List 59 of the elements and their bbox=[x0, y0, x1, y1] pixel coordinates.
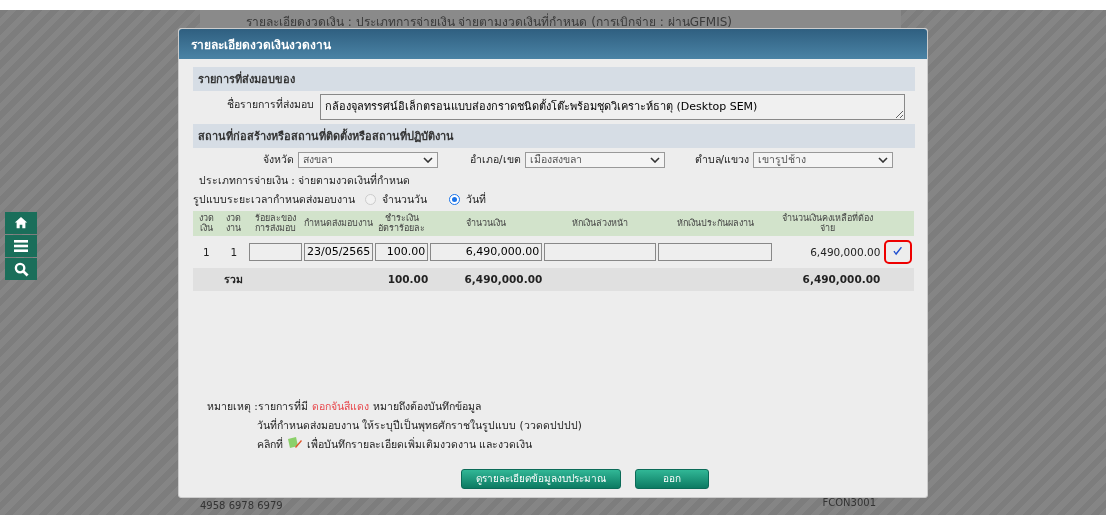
field-label: จังหวัด bbox=[263, 152, 294, 167]
chevron-down-icon bbox=[649, 156, 660, 163]
radio-button[interactable] bbox=[449, 194, 460, 205]
dropdown-field[interactable]: เมืองสงขลา bbox=[524, 151, 665, 168]
note-text: วันที่กำหนดส่งมอบงาน ให้ระบุปีเป็นพุทธศักราชในรูปแบบ (ววดดปปปป) bbox=[256, 417, 582, 434]
input-field[interactable] bbox=[544, 242, 657, 261]
date-field[interactable]: 23/05/2565 bbox=[303, 242, 374, 261]
input-field[interactable] bbox=[248, 242, 302, 261]
menu-icon bbox=[13, 239, 29, 253]
edit-button[interactable] bbox=[883, 239, 912, 264]
home-icon-button[interactable] bbox=[5, 212, 37, 234]
total-label: รวม bbox=[224, 272, 244, 285]
search-icon bbox=[13, 261, 29, 277]
note-text: หมายถึงต้องบันทึกข้อมูล bbox=[372, 398, 481, 415]
home-icon bbox=[13, 216, 29, 230]
item-name-field[interactable]: กล้องจุลทรรศน์อิเล็กตรอนแบบส่องกราดชนิดตั้งโต๊ะพร้อมชุดวิเคราะห์ธาตุ (Desktop SEM) bbox=[320, 94, 905, 120]
column-header: งวดเงิน bbox=[198, 213, 214, 234]
column-header: ร้อยละของการส่งมอบ bbox=[254, 213, 296, 234]
budget-details-button[interactable]: ดูรายละเอียดข้อมูลงบประมาณ bbox=[461, 468, 621, 489]
chevron-down-icon bbox=[878, 156, 889, 163]
total-value: 6,490,000.00 bbox=[802, 273, 881, 286]
menu-icon-button[interactable] bbox=[5, 235, 37, 257]
table-cell: 1 bbox=[202, 245, 210, 258]
note-text: ดอกจันสีแดง bbox=[311, 398, 369, 414]
exit-button[interactable]: ออก bbox=[635, 468, 709, 489]
chevron-down-icon bbox=[423, 156, 433, 163]
dialog-title: รายละเอียดงวดเงินงวดงาน bbox=[191, 36, 331, 54]
column-header: หักเงินล่วงหน้า bbox=[572, 218, 629, 229]
column-header: กำหนดส่งมอบงาน bbox=[304, 218, 374, 229]
dropdown-field[interactable]: สงขลา bbox=[298, 151, 438, 168]
column-header: จำนวนเงิน bbox=[466, 218, 507, 229]
note-label: หมายเหตุ : bbox=[207, 398, 258, 415]
table-cell: 1 bbox=[230, 245, 238, 258]
field-label: อำเภอ/เขต bbox=[470, 152, 521, 167]
total-value: 100.00 bbox=[387, 273, 429, 286]
radio-label[interactable]: วันที่ bbox=[466, 191, 486, 208]
field-label: ชื่อรายการที่ส่งมอบ bbox=[227, 96, 314, 112]
column-header: จำนวนเงินคงเหลือที่ต้องจ่าย bbox=[781, 213, 873, 234]
dropdown-field[interactable]: เขารูปช้าง bbox=[753, 151, 894, 168]
checkmark-icon bbox=[892, 246, 904, 258]
section-heading: สถานที่ก่อสร้างหรือสถานที่ติดตั้งหรือสถานที่ปฏิบัติงาน bbox=[193, 124, 915, 148]
field-label: ตำบล/แขวง bbox=[694, 152, 750, 167]
note-text: เพื่อบันทึกรายละเอียดเพิ่มเติมงวดงาน และงวดเงิน bbox=[306, 436, 533, 452]
background-text: 4958 6978 6979 bbox=[200, 500, 283, 511]
note-text: คลิกที่ bbox=[256, 436, 283, 452]
input-field[interactable] bbox=[658, 242, 773, 261]
column-header: งวดงาน bbox=[226, 213, 242, 234]
input-field[interactable]: 100.00 bbox=[375, 242, 429, 261]
payment-type-text: ประเภทการจ่ายเงิน : จ่ายตามงวดเงินที่กำหนด bbox=[198, 172, 412, 188]
section-heading: รายการที่ส่งมอบของ bbox=[193, 67, 915, 91]
input-field[interactable]: 6,490,000.00 bbox=[430, 242, 543, 261]
total-value: 6,490,000.00 bbox=[464, 273, 543, 286]
table-cell: 6,490,000.00 bbox=[810, 245, 881, 258]
background-title: รายละเอียดงวดเงิน : ประเภทการจ่ายเงิน จ่ายตามงวดเงินที่กำหนด (การเบิกจ่าย : ผ่านGFMIS) bbox=[246, 12, 733, 31]
field-label: รูปแบบระยะเวลากำหนดส่งมอบงาน bbox=[193, 192, 355, 208]
search-icon-button[interactable] bbox=[5, 258, 37, 280]
column-header: ชำระเงินอัตราร้อยละ bbox=[378, 213, 426, 234]
column-header: หักเงินประกันผลงาน bbox=[676, 218, 754, 229]
background-code: FCON3001 bbox=[822, 497, 876, 508]
